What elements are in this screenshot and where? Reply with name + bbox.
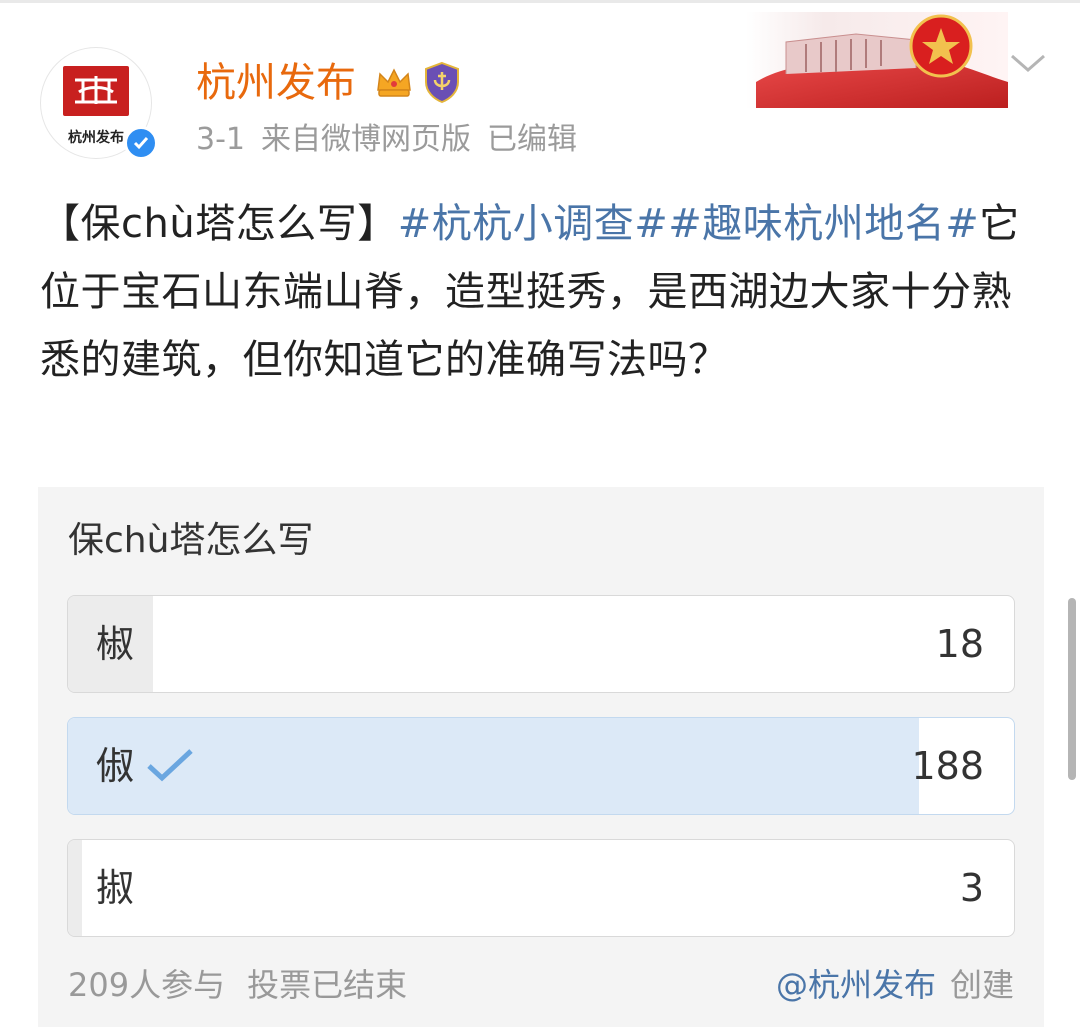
header-banner-image	[746, 12, 1008, 108]
poll-option-count: 18	[935, 622, 984, 666]
post-title-bracket: 【保chù塔怎么写】	[40, 201, 398, 247]
poll-footer-creator: @杭州发布 创建	[776, 963, 1014, 1007]
chevron-down-icon[interactable]	[1008, 52, 1048, 80]
hashtag-link[interactable]: #趣味杭州地名#	[668, 201, 979, 247]
scrollbar[interactable]	[1068, 598, 1076, 780]
checkmark-icon	[146, 748, 194, 788]
poll-footer-stats: 209人参与 投票已结束	[68, 963, 407, 1007]
poll-option-label: 掓	[96, 866, 135, 910]
poll-participants: 209人参与	[68, 966, 226, 1004]
poll-card: 保chù塔怎么写 椒 18 俶 188 掓 3 209人参与 投票已结束 @杭州…	[38, 487, 1044, 1027]
avatar-logo-mark	[63, 66, 129, 116]
poll-option-label: 椒	[96, 622, 135, 666]
post-text: 【保chù塔怎么写】#杭杭小调查##趣味杭州地名#它位于宝石山东端山脊，造型挺秀…	[40, 190, 1040, 394]
poll-option-count: 188	[911, 744, 984, 788]
poll-option-count: 3	[959, 866, 984, 910]
post-meta: 3-1 来自微博网页版 已编辑	[196, 118, 577, 162]
top-divider	[0, 0, 1080, 3]
post-source: 来自微博网页版	[261, 122, 471, 157]
poll-option-bar	[68, 840, 83, 936]
poll-option-selected[interactable]: 俶 188	[67, 717, 1015, 815]
username[interactable]: 杭州发布	[196, 58, 356, 108]
poll-status: 投票已结束	[247, 966, 408, 1004]
poll-option-bar	[68, 718, 920, 814]
poll-option[interactable]: 椒 18	[67, 595, 1015, 693]
shield-badge-icon[interactable]	[422, 60, 462, 108]
poll-title: 保chù塔怎么写	[68, 520, 314, 561]
poll-option-label: 俶	[96, 744, 135, 788]
verified-icon	[124, 126, 158, 160]
post-time: 3-1	[196, 122, 245, 157]
hashtag-link[interactable]: #杭杭小调查#	[398, 201, 669, 247]
poll-option[interactable]: 掓 3	[67, 839, 1015, 937]
poll-creator-link[interactable]: @杭州发布	[776, 963, 936, 1007]
crown-badge-icon[interactable]	[374, 62, 414, 106]
poll-creator-suffix: 创建	[949, 966, 1014, 1004]
post-edited[interactable]: 已编辑	[487, 118, 577, 162]
